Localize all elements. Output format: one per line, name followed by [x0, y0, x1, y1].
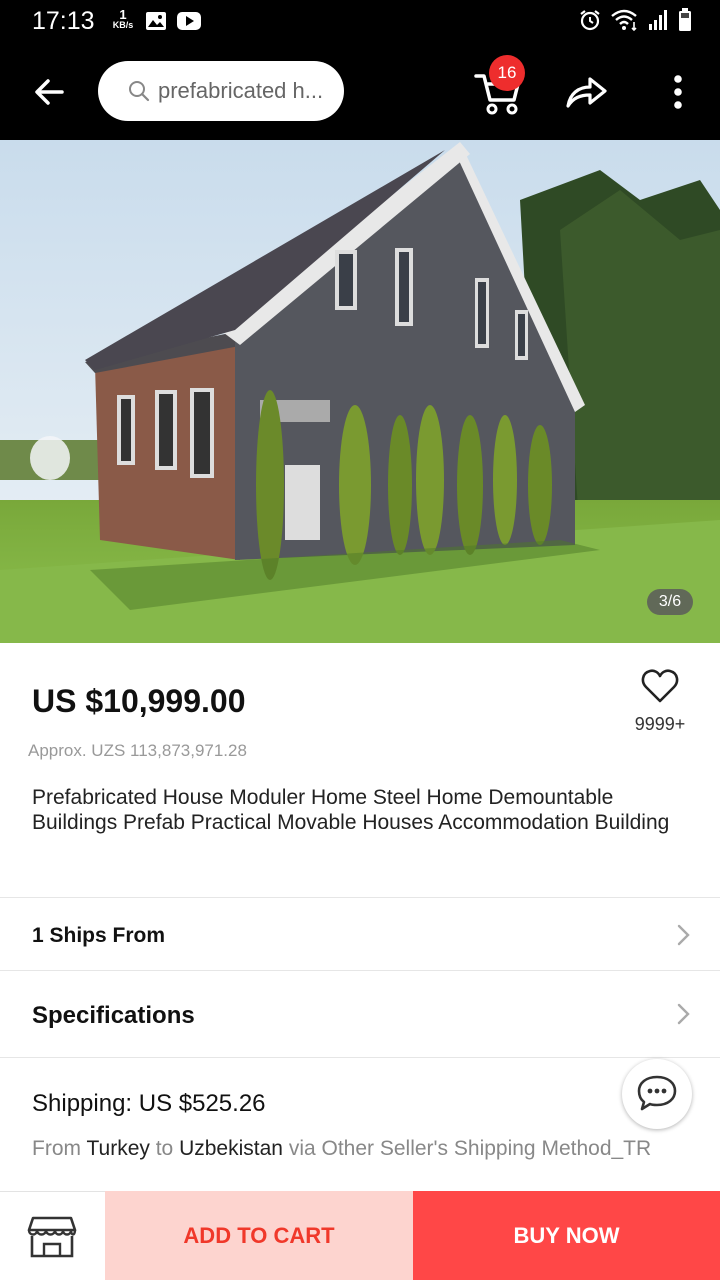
search-bar[interactable]: prefabricated h...: [98, 61, 344, 121]
wifi-icon: [610, 8, 640, 37]
net-speed-unit: KB/s: [112, 20, 134, 30]
more-vertical-icon: [674, 75, 682, 109]
approx-price: Approx. UZS 113,873,971.28: [28, 741, 247, 760]
status-bar: 17:13 1 KB/s: [0, 0, 720, 44]
chat-icon: [637, 1075, 677, 1111]
status-time: 17:13: [32, 7, 95, 35]
ship-from-word: From: [32, 1137, 81, 1160]
specifications-label: Specifications: [32, 1002, 195, 1029]
net-speed-indicator: 1 KB/s: [110, 8, 136, 30]
heart-icon: [641, 669, 679, 703]
chevron-right-icon: [676, 923, 692, 952]
search-icon: [128, 80, 150, 107]
chat-button[interactable]: [622, 1059, 692, 1129]
product-image[interactable]: [0, 140, 720, 643]
app-bar: prefabricated h... 16: [0, 44, 720, 140]
specifications-row[interactable]: Specifications: [0, 971, 720, 1057]
buy-now-button[interactable]: BUY NOW: [413, 1191, 720, 1280]
back-arrow-icon: [35, 79, 64, 105]
ship-destination: Uzbekistan: [179, 1137, 283, 1160]
gallery-icon: [145, 11, 167, 36]
youtube-icon: [176, 11, 202, 36]
ships-from-row[interactable]: 1 Ships From: [0, 898, 720, 970]
back-button[interactable]: [28, 70, 72, 114]
image-counter: 3/6: [647, 589, 693, 615]
ship-to-word: to: [155, 1137, 174, 1160]
divider: [0, 1057, 720, 1058]
ship-origin: Turkey: [86, 1137, 150, 1160]
alarm-icon: [578, 8, 602, 37]
more-options-button[interactable]: [662, 68, 694, 116]
bottom-action-bar: ADD TO CART BUY NOW: [0, 1191, 720, 1280]
signal-icon: [648, 9, 670, 36]
ship-method: via Other Seller's Shipping Method_TR: [288, 1137, 652, 1160]
product-title: Prefabricated House Moduler Home Steel H…: [32, 786, 670, 834]
store-icon: [27, 1216, 77, 1258]
share-button[interactable]: [562, 68, 610, 116]
share-icon: [566, 77, 607, 108]
wishlist-button[interactable]: [641, 668, 679, 709]
shipping-price[interactable]: Shipping: US $525.26: [32, 1090, 266, 1118]
shipping-route[interactable]: From Turkey to Uzbekistan via Other Sell…: [32, 1137, 651, 1161]
search-query: prefabricated h...: [158, 78, 324, 103]
cart-count-badge: 16: [489, 55, 525, 91]
chevron-right-icon: [676, 1002, 692, 1031]
add-to-cart-button[interactable]: ADD TO CART: [105, 1191, 413, 1280]
battery-icon: [678, 7, 692, 37]
product-price: US $10,999.00: [32, 683, 246, 719]
status-icons: [578, 7, 692, 37]
ships-from-label: 1 Ships From: [32, 924, 166, 947]
house-photo: [0, 140, 720, 643]
wishlist-count: 9999+: [634, 714, 686, 734]
store-button[interactable]: [0, 1191, 105, 1280]
